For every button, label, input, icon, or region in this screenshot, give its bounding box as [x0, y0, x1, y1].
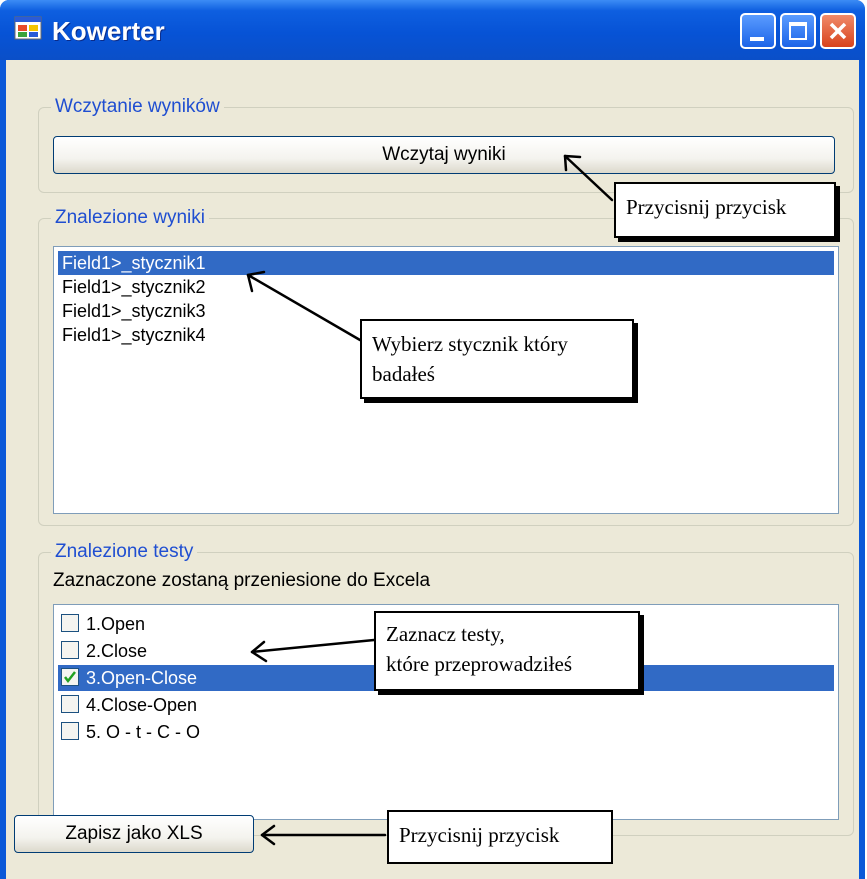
arrow-to-selected-test — [250, 638, 376, 654]
annotation-arrows — [246, 154, 614, 846]
arrow-to-load-button — [563, 154, 614, 202]
arrow-to-first-result — [246, 273, 362, 342]
